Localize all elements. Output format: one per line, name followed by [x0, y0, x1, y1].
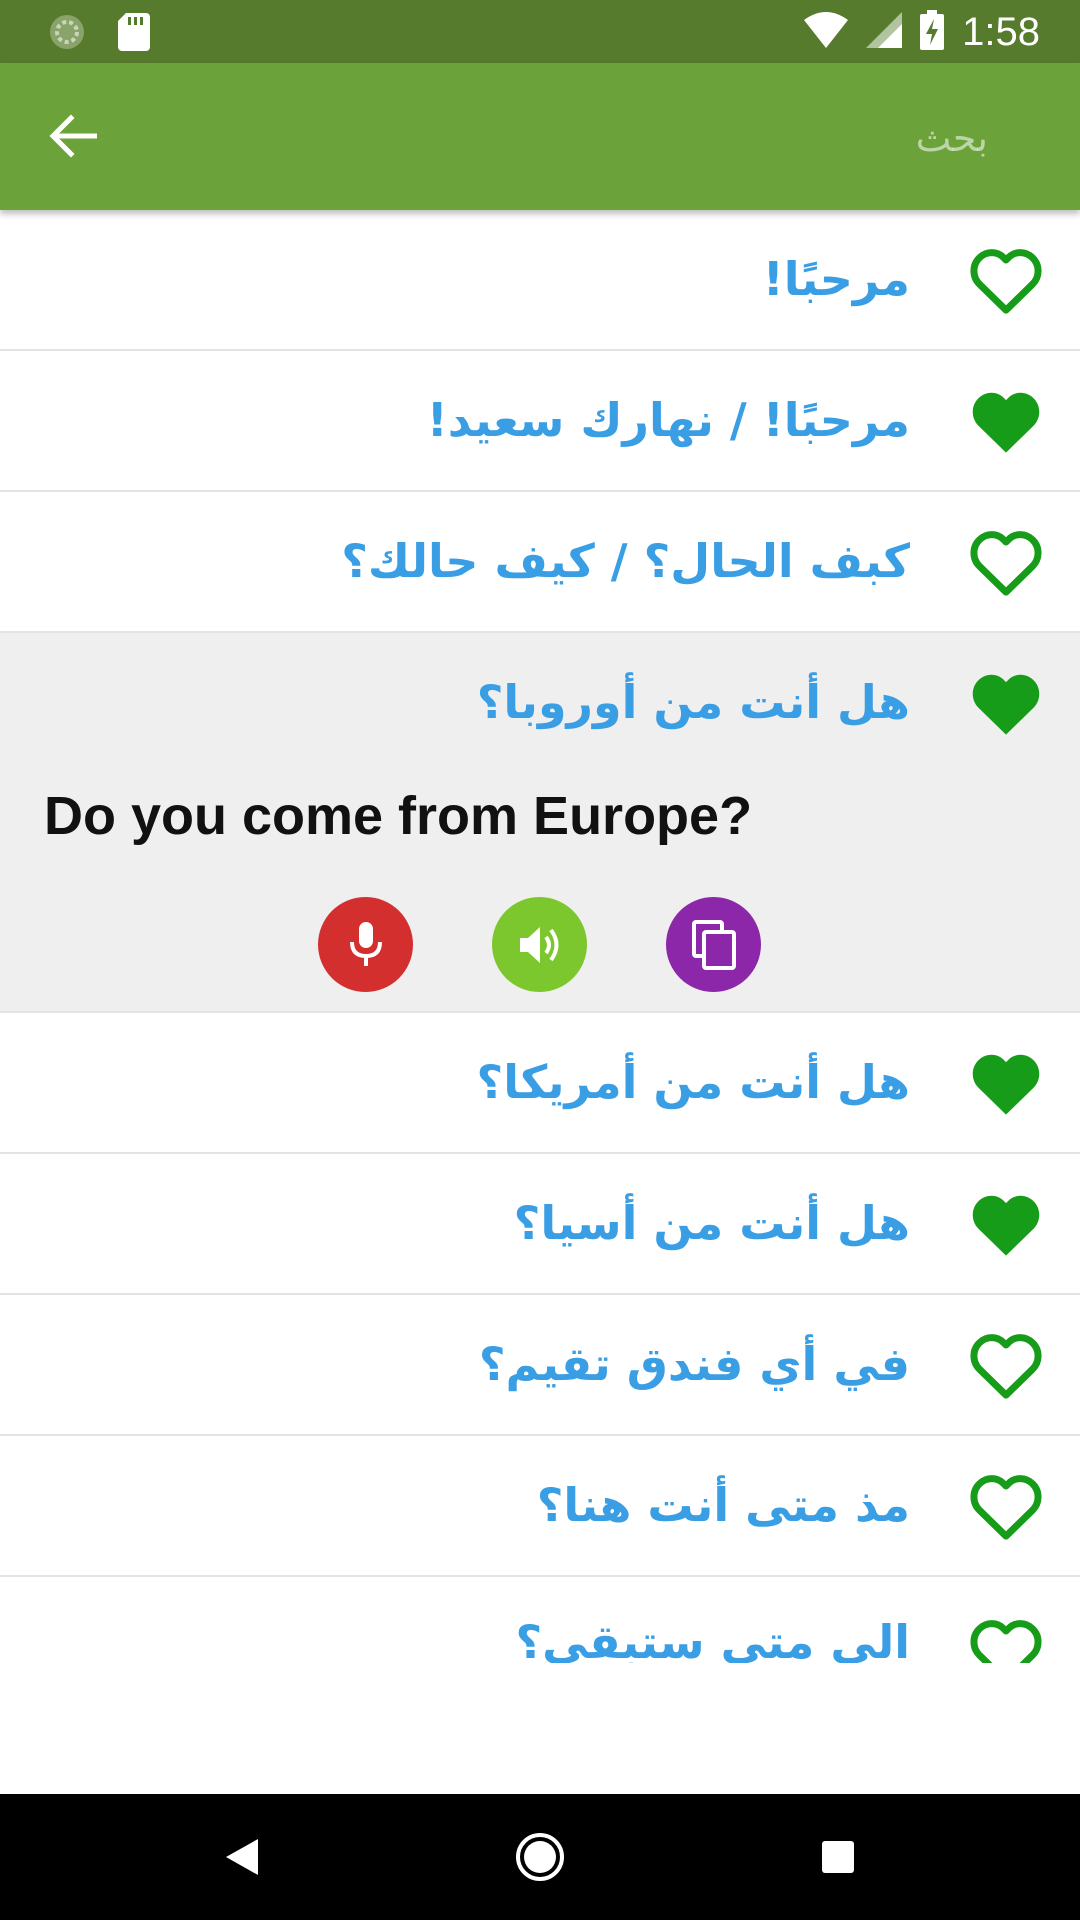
heart-filled-icon[interactable] [968, 1188, 1044, 1260]
phrase-text: مرحبًا! / نهارك سعيد! [426, 393, 910, 447]
phrase-text: الى متى ستبقى؟ [515, 1615, 910, 1663]
action-buttons [318, 897, 761, 992]
status-time: 1:58 [962, 10, 1040, 54]
heart-outline-icon[interactable] [968, 526, 1044, 598]
list-item[interactable]: هل أنت من أمريكا؟ [0, 1013, 1080, 1154]
play-audio-button[interactable] [492, 897, 587, 992]
wifi-icon [804, 12, 849, 52]
copy-icon [691, 919, 736, 970]
navigation-bar [0, 1794, 1080, 1920]
list-item[interactable]: الى متى ستبقى؟ [0, 1577, 1080, 1663]
status-bar: 1:58 [0, 0, 1080, 63]
nav-recents-button[interactable] [808, 1827, 868, 1887]
heart-outline-icon[interactable] [968, 1329, 1044, 1401]
phrase-text: هل أنت من أمريكا؟ [476, 1055, 910, 1109]
circle-home-icon [516, 1833, 564, 1881]
list-item[interactable]: كبف الحال؟ / كيف حالك؟ [0, 492, 1080, 633]
phrase-text: مرحبًا! [762, 252, 910, 306]
list-item[interactable]: في أي فندق تقيم؟ [0, 1295, 1080, 1436]
nav-home-button[interactable] [510, 1827, 570, 1887]
list-item[interactable]: هل أنت من أسيا؟ [0, 1154, 1080, 1295]
microphone-icon [349, 921, 382, 966]
list-item[interactable]: مرحبًا! / نهارك سعيد! [0, 351, 1080, 492]
back-button[interactable] [40, 103, 106, 169]
heart-outline-icon[interactable] [968, 244, 1044, 316]
heart-filled-icon[interactable] [968, 667, 1044, 739]
phrase-text: كبف الحال؟ / كيف حالك؟ [341, 534, 910, 588]
nav-back-button[interactable] [212, 1827, 272, 1887]
arrow-left-icon [49, 114, 97, 158]
translation-text: Do you come from Europe? [44, 786, 753, 846]
phrase-text: هل أنت من أوروبا؟ [476, 675, 910, 729]
sync-icon [48, 13, 86, 55]
heart-filled-icon[interactable] [968, 385, 1044, 457]
record-button[interactable] [318, 897, 413, 992]
heart-filled-icon[interactable] [968, 1047, 1044, 1119]
triangle-back-icon [226, 1839, 258, 1875]
list-item[interactable]: مذ متى أنت هنا؟ [0, 1436, 1080, 1577]
speaker-icon [519, 926, 558, 963]
cell-signal-icon [866, 12, 903, 52]
square-recents-icon [822, 1841, 854, 1873]
list-item-expanded[interactable]: هل أنت من أوروبا؟ Do you come from Europ… [0, 633, 1080, 1013]
heart-outline-icon[interactable] [968, 1470, 1044, 1542]
battery-icon [920, 10, 945, 54]
phrase-text: هل أنت من أسيا؟ [513, 1196, 910, 1250]
phrase-text: مذ متى أنت هنا؟ [536, 1478, 910, 1532]
heart-outline-icon[interactable] [968, 1615, 1044, 1663]
list-item[interactable]: مرحبًا! [0, 210, 1080, 351]
app-bar [0, 63, 1080, 210]
phrase-text: في أي فندق تقيم؟ [478, 1337, 910, 1391]
phrase-list[interactable]: مرحبًا! مرحبًا! / نهارك سعيد! كبف الحال؟… [0, 210, 1080, 1663]
sd-card-icon [118, 13, 150, 55]
search-input[interactable] [486, 99, 990, 177]
copy-button[interactable] [666, 897, 761, 992]
